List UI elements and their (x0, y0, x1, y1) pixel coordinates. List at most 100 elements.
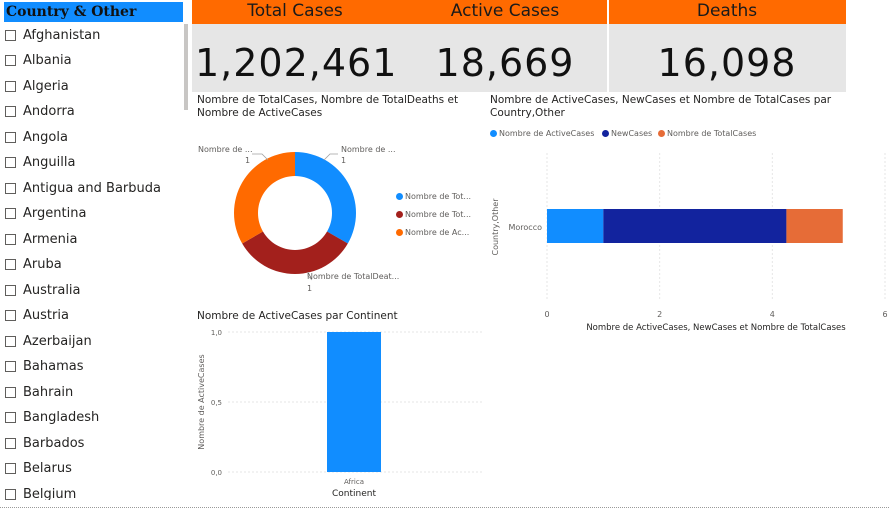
hbar-title-line2: Country,Other (490, 107, 565, 119)
slicer-item-label: Armenia (23, 231, 78, 247)
slicer-item-label: Barbados (23, 435, 85, 451)
donut-slice-total-cases[interactable] (295, 152, 356, 244)
donut-leader-line (323, 153, 338, 161)
hbar-legend-totalcases[interactable]: Nombre de TotalCases (658, 129, 756, 138)
slicer-item[interactable]: Bahrain (5, 381, 183, 403)
slicer-item[interactable]: Andorra (5, 101, 183, 123)
donut-slice-active-cases[interactable] (234, 152, 295, 244)
donut-legend-label: Nombre de Tot... (405, 192, 472, 201)
hbar-tick-label: 4 (770, 310, 775, 319)
checkbox-icon[interactable] (5, 488, 16, 500)
legend-dot-icon (490, 130, 497, 137)
slicer-item-label: Belgium (23, 486, 77, 501)
checkbox-icon[interactable] (5, 106, 16, 117)
legend-dot-icon (396, 229, 403, 236)
slicer-item[interactable]: Algeria (5, 75, 183, 97)
donut-legend-item[interactable]: Nombre de Tot... (396, 210, 471, 219)
donut-slice-total-deaths[interactable] (242, 231, 348, 275)
hbar-legend-newcases[interactable]: NewCases (602, 129, 652, 138)
checkbox-icon[interactable] (5, 131, 16, 143)
slicer-item-label: Andorra (23, 104, 75, 119)
vbar-tick-labels: 0,0 0,5 1,0 (211, 329, 222, 477)
slicer-item[interactable]: Belgium (5, 483, 183, 500)
slicer-item-label: Albania (23, 53, 72, 68)
checkbox-icon[interactable] (5, 182, 16, 194)
checkbox-icon[interactable] (5, 310, 16, 321)
slicer-item[interactable]: Angola (5, 126, 183, 148)
slicer-item[interactable]: Antigua and Barbuda (5, 177, 183, 199)
checkbox-icon[interactable] (5, 80, 16, 92)
hbar-tick-labels: 0 2 4 6 (544, 310, 887, 319)
kpi-active-cases-title: Active Cases (450, 1, 560, 21)
vbar-bars (327, 332, 381, 472)
slicer-item-label: Bangladesh (23, 410, 100, 425)
slicer-item[interactable]: Anguilla (5, 152, 183, 174)
hbar-chart: Country,Other Morocco 0 2 4 6 Nombre de Act… (491, 153, 888, 333)
slicer-item[interactable]: Barbados (5, 432, 183, 454)
vbar-tick-label: 1,0 (211, 329, 222, 337)
checkbox-icon[interactable] (5, 208, 16, 219)
hbar-segment-0[interactable] (547, 209, 604, 243)
donut-legend-item[interactable]: Nombre de Tot... (396, 192, 471, 201)
donut-label-deaths: Nombre de TotalDeat... (307, 272, 399, 281)
kpi-deaths-title: Deaths (696, 1, 758, 21)
kpi-total-cases-title: Total Cases (247, 1, 343, 21)
donut-legend-label: Nombre de Tot... (405, 210, 472, 219)
legend-dot-icon (658, 130, 665, 137)
kpi-deaths-value: 16,098 (657, 41, 797, 85)
donut-label-active-value: 1 (245, 156, 250, 165)
legend-dot-icon (396, 193, 403, 200)
slicer-item[interactable]: Australia (5, 279, 183, 301)
slicer-item[interactable]: Bangladesh (5, 407, 183, 429)
checkbox-icon[interactable] (5, 335, 16, 347)
slicer-item[interactable]: Azerbaijan (5, 330, 183, 352)
vbar-x-axis-label: Continent (332, 489, 376, 499)
vbar-bar-0[interactable] (327, 332, 381, 472)
hbar-x-axis-label: Nombre de ActiveCases, NewCases et Nombr… (586, 323, 846, 333)
slicer-item[interactable]: Armenia (5, 228, 183, 250)
checkbox-icon[interactable] (5, 157, 16, 168)
slicer-item[interactable]: Belarus (5, 458, 183, 480)
slicer-item[interactable]: Afghanistan (5, 24, 183, 46)
checkbox-icon[interactable] (5, 412, 16, 423)
donut-legend-item[interactable]: Nombre de Ac... (396, 228, 469, 237)
slicer-scrollbar[interactable] (184, 24, 188, 110)
slicer-item-label: Austria (23, 308, 69, 323)
donut-title-line2: Nombre de ActiveCases (197, 107, 323, 119)
vbar-category-label: Africa (344, 478, 364, 486)
slicer-item[interactable]: Argentina (5, 203, 183, 225)
slicer-item-label: Angola (23, 129, 68, 145)
hbar-tick-label: 0 (544, 310, 549, 319)
hbar-segment-2[interactable] (786, 209, 843, 243)
checkbox-icon[interactable] (5, 284, 16, 296)
slicer-item-label: Bahrain (23, 384, 74, 400)
hbar-legend-label: Nombre de TotalCases (667, 129, 757, 138)
checkbox-icon[interactable] (5, 29, 16, 41)
checkbox-icon[interactable] (5, 233, 16, 245)
vbar-tick-label: 0,0 (211, 469, 222, 477)
vbar-y-axis-label: Nombre de ActiveCases (197, 354, 206, 449)
checkbox-icon[interactable] (5, 463, 16, 474)
slicer-item-label: Aruba (23, 257, 62, 272)
checkbox-icon[interactable] (5, 55, 16, 66)
vbar-tick-label: 0,5 (211, 399, 222, 407)
hbar-tick-label: 6 (882, 310, 887, 319)
checkbox-icon[interactable] (5, 386, 16, 398)
checkbox-icon[interactable] (5, 437, 16, 449)
slicer-item-label: Algeria (23, 78, 69, 94)
slicer-title: Country & Other (4, 2, 183, 22)
hbar-segment-1[interactable] (603, 209, 787, 243)
slicer-item[interactable]: Aruba (5, 254, 183, 276)
hbar-category-label: Morocco (509, 223, 543, 232)
slicer-item[interactable]: Austria (5, 305, 183, 327)
donut-label-deaths-value: 1 (307, 284, 312, 293)
checkbox-icon[interactable] (5, 361, 16, 372)
slicer-item[interactable]: Bahamas (5, 356, 183, 378)
slicer-item-label: Afghanistan (23, 27, 101, 43)
hbar-legend-active[interactable]: Nombre de ActiveCases (490, 129, 594, 138)
hbar-legend-label: Nombre de ActiveCases (499, 129, 595, 138)
slicer-item[interactable]: Albania (5, 50, 183, 72)
hbar-tick-label: 2 (657, 310, 662, 319)
checkbox-icon[interactable] (5, 259, 16, 270)
slicer-item-label: Azerbaijan (23, 333, 92, 349)
